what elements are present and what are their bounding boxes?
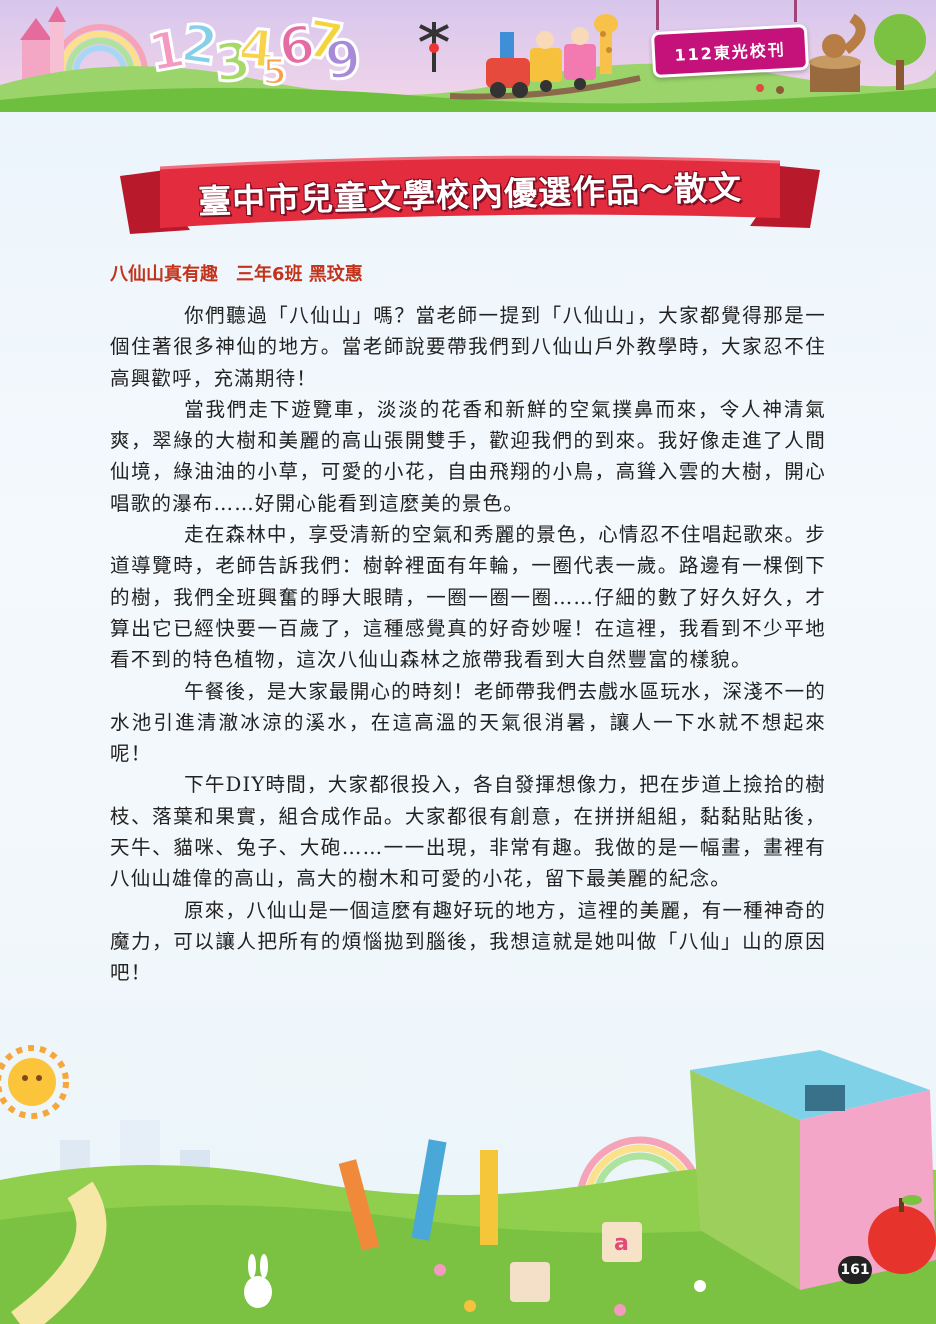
school-journal-tag: 112東光校刊 (650, 23, 810, 79)
paragraph: 午餐後，是大家最開心的時刻！老師帶我們去戲水區玩水，深淺不一的水池引進清澈冰涼的… (110, 679, 826, 766)
paragraph: 下午DIY時間，大家都很投入，各自發揮想像力，把在步道上撿拾的樹枝、落葉和果實，… (110, 773, 826, 891)
svg-text:9: 9 (323, 29, 364, 92)
article-body: 你們聽過「八仙山」嗎？當老師一提到「八仙山」，大家都覺得那是一個住著很多神仙的地… (110, 300, 826, 989)
paragraph: 原來，八仙山是一個這麼有趣好玩的地方，這裡的美麗，有一種神奇的魔力，可以讓人把所… (110, 898, 826, 985)
train-icon (486, 27, 596, 98)
svg-text:a: a (614, 1231, 629, 1256)
page-number: 161 (838, 1256, 872, 1284)
paragraph: 你們聽過「八仙山」嗎？當老師一提到「八仙山」，大家都覺得那是一個住著很多神仙的地… (110, 304, 826, 390)
paragraph: 走在森林中，享受清新的空氣和秀麗的景色，心情忍不住唱起歌來。步道導覽時，老師告訴… (110, 523, 826, 672)
footer-illustration: a (0, 1045, 936, 1324)
paragraph: 當我們走下遊覽車，淡淡的花香和新鮮的空氣撲鼻而來，令人神清氣爽，翠綠的大樹和美麗… (110, 397, 826, 515)
sun-icon (0, 1045, 69, 1119)
article-heading: 八仙山真有趣 三年6班 黑玟惠 (110, 264, 363, 285)
school-tag-label: 112東光校刊 (673, 40, 787, 65)
